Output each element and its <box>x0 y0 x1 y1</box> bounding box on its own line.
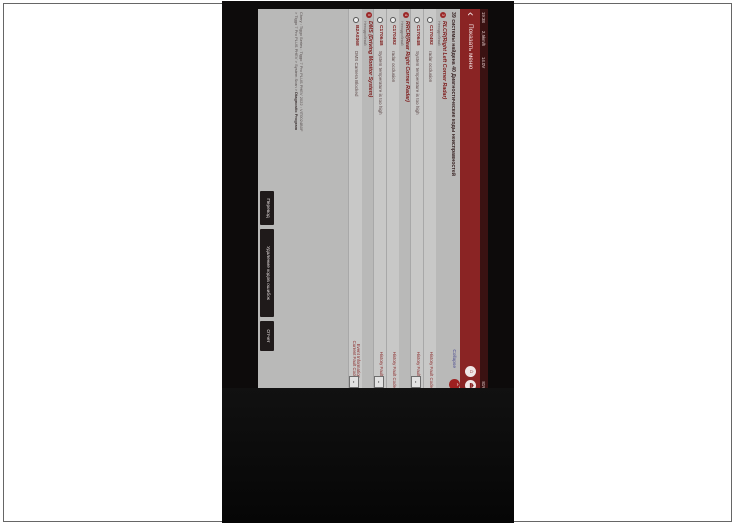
fault-checkbox[interactable] <box>389 17 396 23</box>
status-speed: 2,5km/h <box>481 31 487 47</box>
fault-description: DMS Camera Blocked <box>354 51 359 97</box>
tablet-screen: 19:38 2,5km/h 14.0V 81% ‹ Показать меню … <box>258 9 488 394</box>
status-bar: 19:38 2,5km/h 14.0V 81% <box>480 9 488 394</box>
navigation-path: > Tiggo 7 Pro PLUS PHEV > System Scan > … <box>294 12 299 131</box>
chevron-down-icon[interactable]: ⌄ <box>374 376 384 388</box>
status-time: 19:38 <box>481 12 487 23</box>
fault-description: System temperature is too high <box>378 51 383 115</box>
fault-code: B2A0368 <box>354 25 359 46</box>
fault-list: 3 RLCR(Right Left Corner Radar) Неподроб… <box>348 9 447 394</box>
chevron-down-icon[interactable]: ⌄ <box>349 376 360 388</box>
scan-summary: 39 системы найдена 40 Диагностические ко… <box>450 12 456 176</box>
fault-row[interactable]: B2A0368 DMS Camera Blocked Event Informa… <box>348 9 362 394</box>
app-header: ‹ Показать меню ⌂ ⏏ <box>460 9 480 394</box>
system-name: DMS (Driving Monitor System) <box>367 21 373 98</box>
fault-description: radar occlusion <box>391 51 396 83</box>
fault-row[interactable]: C170492 radar occlusion History Fault Co… <box>423 9 436 394</box>
fault-checkbox[interactable] <box>413 17 420 23</box>
fault-code: C17064B <box>415 25 420 46</box>
system-header[interactable]: 5 DMS (Driving Monitor System) Неподробн… <box>362 9 373 394</box>
vehicle-info: Chery : Tiggo Series : Tiggo 7 Pro PLUS … <box>299 12 304 132</box>
system-name: RLCR(Right Left Corner Radar) <box>441 21 447 100</box>
path-current: Diagnostic Program <box>294 92 299 131</box>
collapse-icon[interactable]: ⌃ <box>449 379 460 390</box>
fault-row[interactable]: C17064B System temperature is too high H… <box>373 9 386 394</box>
fault-status: History Fault Code <box>429 351 434 388</box>
system-subtitle: Неподробный <box>362 21 367 46</box>
translate-button[interactable]: Перевод <box>260 191 274 225</box>
home-icon[interactable]: ⌂ <box>465 366 476 377</box>
system-header[interactable]: 3 RLCR(Right Left Corner Radar) Неподроб… <box>436 9 447 394</box>
fault-description: System temperature is too high <box>415 51 420 115</box>
system-number: 4 <box>403 12 409 18</box>
system-number: 5 <box>366 12 372 18</box>
fault-row[interactable]: C17064B System temperature is too high H… <box>410 9 423 394</box>
tablet-photo: 19:38 2,5km/h 14.0V 81% ‹ Показать меню … <box>222 1 514 523</box>
fault-checkbox[interactable] <box>352 17 359 23</box>
system-name: RRCR(Rear Right Corner Radar) <box>404 21 410 102</box>
fault-code: C17064B <box>378 25 383 46</box>
fault-row[interactable]: C170492 radar occlusion History Fault Co… <box>386 9 399 394</box>
system-header[interactable]: 4 RRCR(Rear Right Corner Radar) Неподроб… <box>399 9 410 394</box>
rotated-app: 19:38 2,5km/h 14.0V 81% ‹ Показать меню … <box>258 9 488 394</box>
bottom-toolbar: Перевод Удаление кодов ошибок Отчет <box>260 9 274 394</box>
fault-description: radar occlusion <box>428 51 433 83</box>
status-battery: 81% <box>481 381 487 390</box>
status-voltage: 14.0V <box>481 57 487 69</box>
fault-checkbox[interactable] <box>426 17 433 23</box>
fault-code: C170492 <box>391 25 396 45</box>
fault-code: C170492 <box>428 25 433 45</box>
system-subtitle: Неподробный <box>399 21 404 46</box>
fault-checkbox[interactable] <box>376 17 383 23</box>
vehicle-path: Chery : Tiggo Series : Tiggo 7 Pro PLUS … <box>294 12 304 131</box>
report-button[interactable]: Отчет <box>260 321 274 351</box>
clear-codes-button[interactable]: Удаление кодов ошибок <box>260 229 274 317</box>
fault-status: History Fault Code <box>392 351 397 388</box>
fault-status: Event Information Current Fault Code <box>351 340 362 378</box>
back-arrow-icon[interactable]: ‹ <box>464 12 478 21</box>
system-subtitle: Неподробный <box>436 21 441 46</box>
page-title: Показать меню <box>467 24 474 70</box>
collapse-link[interactable]: Collapse <box>451 349 456 368</box>
exit-icon[interactable]: ⏏ <box>465 380 476 391</box>
chevron-down-icon[interactable]: ⌄ <box>411 376 421 388</box>
path-prefix: > Tiggo 7 Pro PLUS PHEV > System Scan > <box>294 12 299 93</box>
system-number: 3 <box>440 12 446 18</box>
